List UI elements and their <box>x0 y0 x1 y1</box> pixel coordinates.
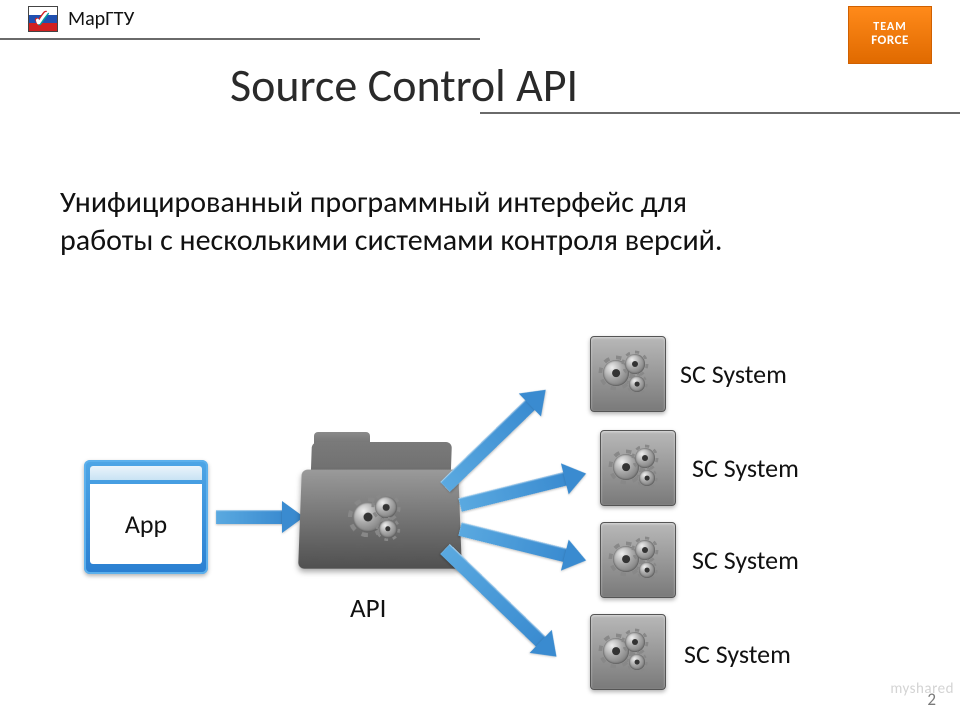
sc-system-label: SC System <box>684 638 791 670</box>
sc-system-node <box>600 522 676 598</box>
flag-check-logo-icon <box>28 6 58 32</box>
university-name: МарГТУ <box>68 7 134 31</box>
title-rule-left <box>0 38 480 40</box>
gears-icon <box>611 538 665 582</box>
api-folder-node <box>300 432 465 582</box>
sc-system-node <box>590 336 666 412</box>
slide-number: 2 <box>927 689 936 710</box>
app-node: App <box>84 460 208 574</box>
gears-icon <box>601 630 655 674</box>
gears-icon <box>601 352 655 396</box>
sc-system-node <box>590 614 666 690</box>
arrow-api-to-sc3 <box>458 522 568 562</box>
app-label: App <box>90 484 202 564</box>
sc-system-label: SC System <box>692 452 799 484</box>
slide-title: Source Control API <box>230 58 578 114</box>
sc-system-node <box>600 430 676 506</box>
arrow-app-to-api <box>216 510 284 524</box>
slide-header: МарГТУ Source Control API TEAM FORCE <box>0 0 960 130</box>
team-force-logo: TEAM FORCE <box>848 6 932 64</box>
university-logo-block: МарГТУ <box>28 6 134 32</box>
architecture-diagram: App API SC System <box>0 312 960 712</box>
arrow-api-to-sc4 <box>440 544 547 648</box>
api-label: API <box>350 592 386 625</box>
logo-line2: FORCE <box>871 34 909 48</box>
title-rule-right <box>480 112 960 114</box>
watermark: myshared <box>890 680 954 698</box>
gears-icon <box>353 496 408 540</box>
arrow-api-to-sc2 <box>458 472 568 512</box>
sc-system-label: SC System <box>680 358 787 390</box>
description-paragraph: Унифицированный программный интерфейс дл… <box>60 184 780 259</box>
window-titlebar-icon <box>90 466 202 480</box>
sc-system-label: SC System <box>692 544 799 576</box>
gears-icon <box>611 446 665 490</box>
